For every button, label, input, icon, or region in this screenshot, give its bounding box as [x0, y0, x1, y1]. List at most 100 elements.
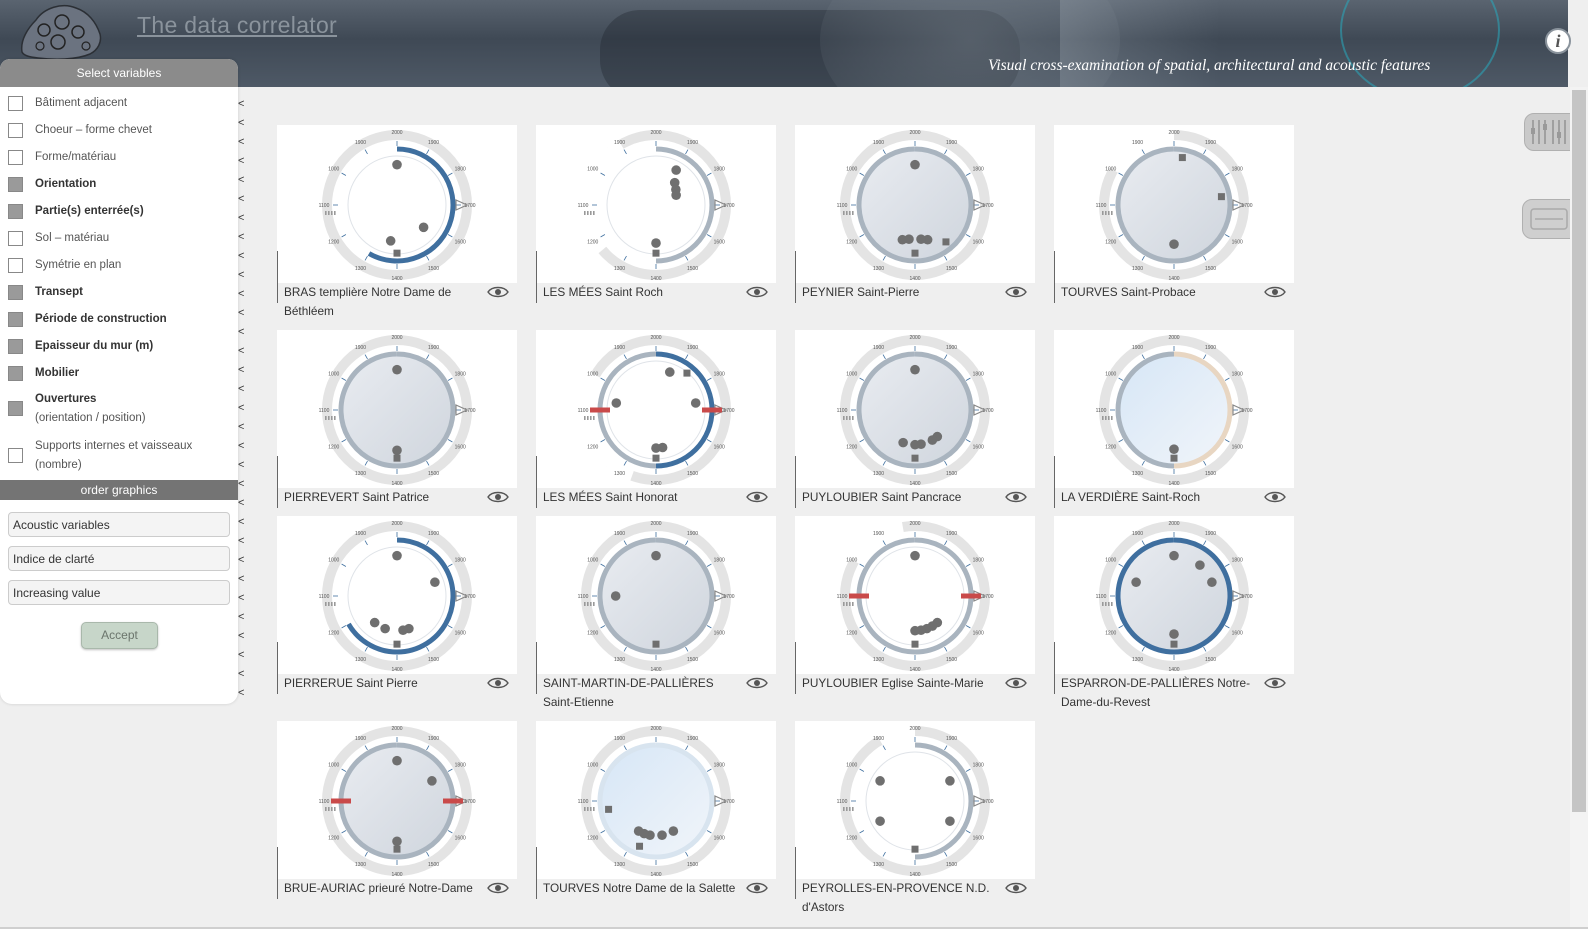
- collapse-arrow-icon[interactable]: <: [238, 136, 244, 148]
- collapse-arrow-icon[interactable]: <: [238, 212, 244, 224]
- collapse-arrow-icon[interactable]: <: [238, 307, 244, 319]
- collapse-arrow-icon[interactable]: <: [238, 516, 244, 528]
- radial-chart[interactable]: 2000 1900 1800 1700 1600 1500 1400 1300 1200 1100…: [795, 125, 1035, 283]
- collapse-arrow-icon[interactable]: <: [238, 421, 244, 433]
- eye-icon[interactable]: [1005, 490, 1027, 504]
- church-card[interactable]: 2000 1900 1800 1700 1600 1500 1400 1300 1200 1100…: [536, 516, 776, 709]
- variable-checkbox[interactable]: [8, 177, 23, 192]
- eye-icon[interactable]: [487, 285, 509, 299]
- radial-chart[interactable]: 2000 1900 1800 1700 1600 1500 1400 1300 1200 1100…: [795, 330, 1035, 488]
- collapse-arrow-icon[interactable]: <: [238, 649, 244, 661]
- variable-checkbox[interactable]: [8, 448, 23, 463]
- eye-icon[interactable]: [1005, 881, 1027, 895]
- collapse-arrow-icon[interactable]: <: [238, 231, 244, 243]
- collapse-arrow-icon[interactable]: <: [238, 687, 244, 699]
- acoustic-variables-select[interactable]: Acoustic variables: [8, 512, 230, 537]
- radial-chart[interactable]: 2000 1900 1800 1700 1600 1500 1400 1300 1200 1100…: [277, 125, 517, 283]
- collapse-arrow-icon[interactable]: <: [238, 554, 244, 566]
- variable-checkbox[interactable]: [8, 150, 23, 165]
- collapse-arrow-icon[interactable]: <: [238, 250, 244, 262]
- radial-chart[interactable]: 2000 1900 1800 1700 1600 1500 1400 1300 1200 1100…: [536, 330, 776, 488]
- eye-icon[interactable]: [487, 676, 509, 690]
- collapse-arrow-icon[interactable]: <: [238, 459, 244, 471]
- variable-checkbox[interactable]: [8, 123, 23, 138]
- collapse-arrow-icon[interactable]: <: [238, 592, 244, 604]
- eye-icon[interactable]: [1005, 676, 1027, 690]
- radial-chart[interactable]: 2000 1900 1800 1700 1600 1500 1400 1300 1200 1100…: [277, 516, 517, 674]
- collapse-arrow-icon[interactable]: <: [238, 174, 244, 186]
- radial-chart[interactable]: 2000 1900 1800 1700 1600 1500 1400 1300 1200 1100…: [1054, 330, 1294, 488]
- church-card[interactable]: 2000 1900 1800 1700 1600 1500 1400 1300 1200 1100…: [277, 721, 517, 911]
- variable-checkbox[interactable]: [8, 401, 23, 416]
- collapse-arrow-icon[interactable]: <: [238, 193, 244, 205]
- collapse-arrow-icon[interactable]: <: [238, 497, 244, 509]
- radial-chart[interactable]: 2000 1900 1800 1700 1600 1500 1400 1300 1200 1100…: [1054, 516, 1294, 674]
- eye-icon[interactable]: [746, 285, 768, 299]
- church-card[interactable]: 2000 1900 1800 1700 1600 1500 1400 1300 1200 1100…: [277, 516, 517, 706]
- radial-chart[interactable]: 2000 1900 1800 1700 1600 1500 1400 1300 1200 1100…: [277, 330, 517, 488]
- variable-checkbox[interactable]: [8, 285, 23, 300]
- eye-icon[interactable]: [1264, 676, 1286, 690]
- app-title[interactable]: The data correlator: [137, 12, 337, 39]
- church-card[interactable]: 2000 1900 1800 1700 1600 1500 1400 1300 1200 1100…: [1054, 125, 1294, 315]
- radial-chart[interactable]: 2000 1900 1800 1700 1600 1500 1400 1300 1200 1100…: [536, 516, 776, 674]
- variable-checkbox[interactable]: [8, 231, 23, 246]
- radial-chart[interactable]: 2000 1900 1800 1700 1600 1500 1400 1300 1200 1100…: [536, 721, 776, 879]
- collapse-arrow-icon[interactable]: <: [238, 402, 244, 414]
- menu-button[interactable]: [1522, 199, 1574, 239]
- eye-icon[interactable]: [746, 490, 768, 504]
- collapse-arrow-icon[interactable]: <: [238, 155, 244, 167]
- variable-item[interactable]: Forme/matériau: [8, 148, 116, 167]
- variable-item[interactable]: Partie(s) enterrée(s): [8, 202, 144, 221]
- collapse-arrow-icon[interactable]: <: [238, 364, 244, 376]
- info-button[interactable]: i: [1545, 28, 1571, 54]
- church-card[interactable]: 2000 1900 1800 1700 1600 1500 1400 1300 1200 1100…: [795, 125, 1035, 315]
- variable-item[interactable]: Choeur – forme chevet: [8, 121, 152, 140]
- variable-checkbox[interactable]: [8, 96, 23, 111]
- variable-item[interactable]: Ouvertures (orientation / position): [8, 390, 146, 428]
- radial-chart[interactable]: 2000 1900 1800 1700 1600 1500 1400 1300 1200 1100…: [795, 721, 1035, 879]
- variable-item[interactable]: Symétrie en plan: [8, 256, 121, 275]
- variable-checkbox[interactable]: [8, 258, 23, 273]
- radial-chart[interactable]: 2000 1900 1800 1700 1600 1500 1400 1300 1200 1100…: [536, 125, 776, 283]
- radial-chart[interactable]: 2000 1900 1800 1700 1600 1500 1400 1300 1200 1100…: [1054, 125, 1294, 283]
- variable-item[interactable]: Période de construction: [8, 310, 167, 329]
- eye-icon[interactable]: [746, 881, 768, 895]
- sliders-button[interactable]: [1524, 113, 1574, 151]
- collapse-arrow-icon[interactable]: <: [238, 630, 244, 642]
- radial-chart[interactable]: 2000 1900 1800 1700 1600 1500 1400 1300 1200 1100…: [277, 721, 517, 879]
- indice-select[interactable]: Indice de clarté: [8, 546, 230, 571]
- collapse-arrow-icon[interactable]: <: [238, 269, 244, 281]
- collapse-arrow-icon[interactable]: <: [238, 98, 244, 110]
- church-card[interactable]: 2000 1900 1800 1700 1600 1500 1400 1300 1200 1100…: [277, 125, 517, 318]
- church-card[interactable]: 2000 1900 1800 1700 1600 1500 1400 1300 1200 1100…: [1054, 516, 1294, 709]
- variable-item[interactable]: Supports internes et vaisseaux (nombre): [8, 437, 192, 475]
- collapse-arrow-icon[interactable]: <: [238, 288, 244, 300]
- collapse-arrow-icon[interactable]: <: [238, 383, 244, 395]
- eye-icon[interactable]: [1264, 490, 1286, 504]
- collapse-arrow-icon[interactable]: <: [238, 117, 244, 129]
- collapse-arrow-icon[interactable]: <: [238, 668, 244, 680]
- church-card[interactable]: 2000 1900 1800 1700 1600 1500 1400 1300 1200 1100…: [1054, 330, 1294, 520]
- church-card[interactable]: 2000 1900 1800 1700 1600 1500 1400 1300 1200 1100…: [536, 330, 776, 520]
- collapse-arrow-icon[interactable]: <: [238, 478, 244, 490]
- church-card[interactable]: 2000 1900 1800 1700 1600 1500 1400 1300 1200 1100…: [795, 516, 1035, 706]
- eye-icon[interactable]: [1264, 285, 1286, 299]
- variable-item[interactable]: Mobilier: [8, 364, 79, 383]
- church-card[interactable]: 2000 1900 1800 1700 1600 1500 1400 1300 1200 1100…: [536, 125, 776, 315]
- collapse-arrow-icon[interactable]: <: [238, 573, 244, 585]
- collapse-arrow-icon[interactable]: <: [238, 611, 244, 623]
- church-card[interactable]: 2000 1900 1800 1700 1600 1500 1400 1300 1200 1100…: [536, 721, 776, 911]
- accept-button[interactable]: Accept: [81, 622, 158, 649]
- variable-checkbox[interactable]: [8, 339, 23, 354]
- variable-checkbox[interactable]: [8, 366, 23, 381]
- church-card[interactable]: 2000 1900 1800 1700 1600 1500 1400 1300 1200 1100…: [277, 330, 517, 520]
- eye-icon[interactable]: [487, 881, 509, 895]
- order-direction-select[interactable]: Increasing value: [8, 580, 230, 605]
- variable-checkbox[interactable]: [8, 204, 23, 219]
- radial-chart[interactable]: 2000 1900 1800 1700 1600 1500 1400 1300 1200 1100…: [795, 516, 1035, 674]
- collapse-arrow-icon[interactable]: <: [238, 326, 244, 338]
- church-card[interactable]: 2000 1900 1800 1700 1600 1500 1400 1300 1200 1100…: [795, 721, 1035, 914]
- church-card[interactable]: 2000 1900 1800 1700 1600 1500 1400 1300 1200 1100…: [795, 330, 1035, 520]
- variable-checkbox[interactable]: [8, 312, 23, 327]
